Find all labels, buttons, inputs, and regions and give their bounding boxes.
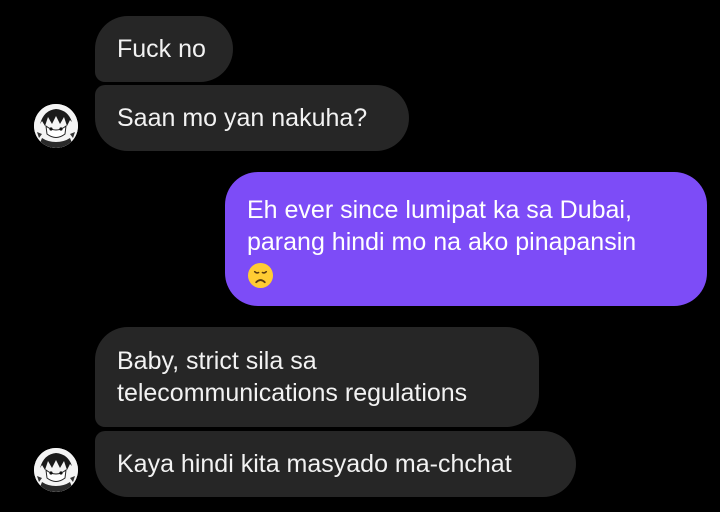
message-text-line: telecommunications regulations <box>117 379 468 407</box>
message-text: Kaya hindi kita masyado ma-chchat <box>117 450 512 478</box>
message-text-line: parang hindi mo na ako pinapansin <box>247 228 637 256</box>
message-text: Fuck no <box>117 35 206 63</box>
disappointed-face-icon <box>247 262 274 288</box>
incoming-message-bubble[interactable]: Kaya hindi kita masyado ma-chchat <box>95 431 576 497</box>
message-text-line: Eh ever since lumipat ka sa Dubai, <box>247 196 632 224</box>
message-text: Saan mo yan nakuha? <box>117 104 368 132</box>
incoming-message-bubble[interactable]: Saan mo yan nakuha? <box>95 85 409 151</box>
disappointed-face-emoji <box>247 258 707 290</box>
contact-avatar[interactable] <box>34 448 78 492</box>
avatar-portrait-icon <box>34 448 78 492</box>
incoming-message-bubble[interactable]: Fuck no <box>95 16 233 82</box>
message-text-line: Baby, strict sila sa <box>117 347 317 375</box>
incoming-message-bubble[interactable]: Baby, strict sila sa telecommunications … <box>95 327 539 427</box>
outgoing-message-bubble[interactable]: Eh ever since lumipat ka sa Dubai, paran… <box>225 172 707 306</box>
avatar-portrait-icon <box>34 104 78 148</box>
contact-avatar[interactable] <box>34 104 78 148</box>
